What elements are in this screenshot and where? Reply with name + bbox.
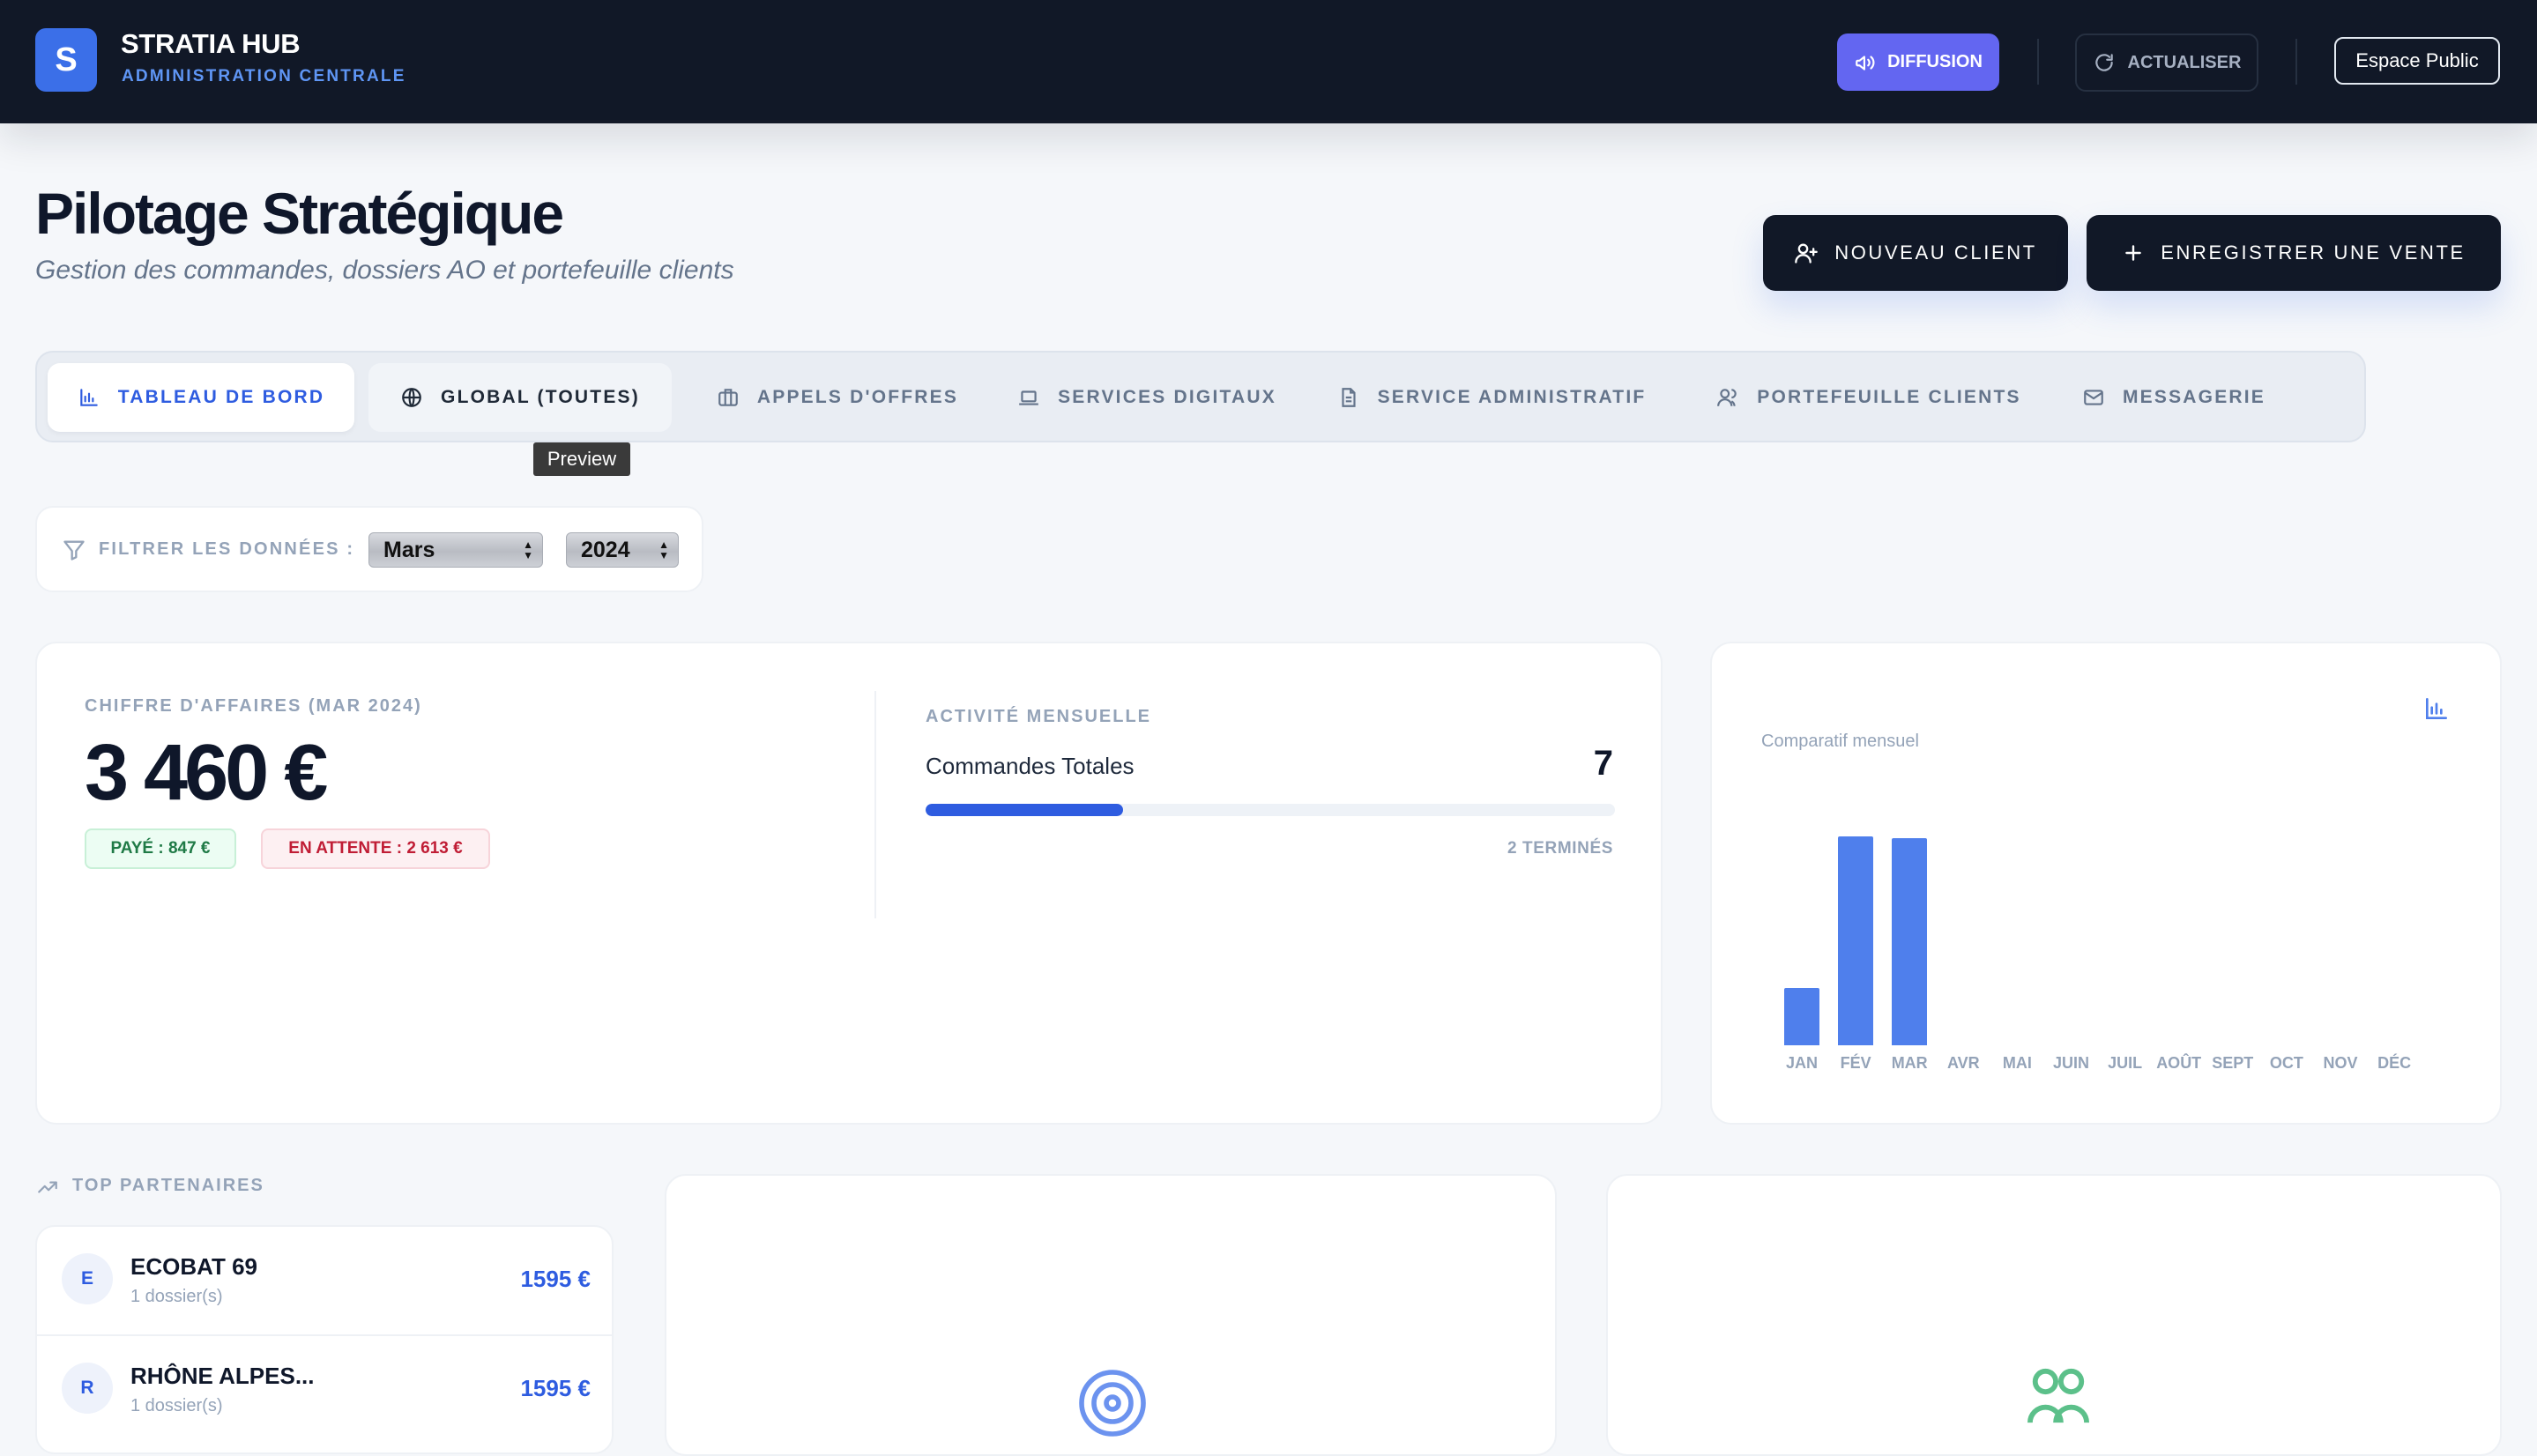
partner-file-count: 1 dossier(s) [130,1287,223,1306]
add-user-icon [1794,241,1819,265]
top-bar: S STRATIA HUB ADMINISTRATION CENTRALE DI… [0,0,2537,123]
tab-global[interactable]: GLOBAL (TOUTES) [368,363,672,432]
x-tick-label: NOV [2323,1054,2358,1072]
document-icon [1337,386,1360,409]
mail-icon [2082,386,2105,409]
tab-label: APPELS D'OFFRES [756,387,959,407]
tab-label: TABLEAU DE BORD [117,387,325,407]
x-tick-label: JUIL [2108,1054,2143,1072]
tab-dashboard[interactable]: TABLEAU DE BORD [48,363,354,432]
x-tick-label: MAR [1891,1054,1928,1072]
chart-bar-1[interactable] [1784,987,1819,1045]
activity-label: ACTIVITÉ MENSUELLE [926,707,1152,726]
bar-chart-icon [78,386,100,409]
partner-name: ECOBAT 69 [130,1253,257,1280]
paid-badge: PAYÉ : 847 € [85,828,236,869]
new-client-button[interactable]: NOUVEAU CLIENT [1763,215,2068,291]
tab-tenders[interactable]: APPELS D'OFFRES [705,363,970,432]
briefcase-icon [717,386,740,409]
plus-icon [2122,241,2145,264]
chart-bar-2[interactable] [1838,836,1874,1045]
megaphone-icon [1854,51,1877,74]
new-sale-label: ENREGISTRER UNE VENTE [2161,241,2466,264]
x-tick-label: SEPT [2212,1054,2254,1072]
tab-label: MESSAGERIE [2122,387,2266,407]
partner-file-count: 1 dossier(s) [130,1396,223,1415]
completed-count: 2 TERMINÉS [1507,839,1613,858]
year-select-value: 2024 [581,537,630,562]
users-icon [1716,386,1739,409]
tab-label: SERVICES DIGITAUX [1058,387,1276,407]
orders-progress-bar [926,804,1615,816]
x-tick-label: AVR [1946,1054,1980,1072]
filter-label: FILTRER LES DONNÉES : [99,539,355,559]
tab-messaging[interactable]: MESSAGERIE [2052,363,2295,432]
target-icon [1075,1366,1149,1440]
list-item[interactable]: E ECOBAT 69 1 dossier(s) 1595 € [37,1227,612,1334]
trending-up-icon [35,1176,60,1199]
divider [2295,39,2297,85]
new-sale-button[interactable]: ENREGISTRER UNE VENTE [2087,215,2501,291]
page-subtitle: Gestion des commandes, dossiers AO et po… [35,256,734,285]
logo[interactable]: S [35,28,97,92]
users-icon [2027,1366,2089,1428]
x-tick-label: AOÛT [2156,1054,2202,1072]
partner-amount: 1595 € [520,1375,591,1401]
public-space-button[interactable]: Espace Public [2334,37,2500,85]
month-select-value: Mars [383,537,435,562]
partner-name: RHÔNE ALPES... [130,1363,315,1389]
monthly-chart-card: Comparatif mensuel JAN FÉV MAR AVR MAI JUIN JU… [1710,642,2502,1125]
tab-label: PORTEFEUILLE CLIENTS [1757,387,2021,407]
tooltip: Preview [533,442,630,476]
tab-label: SERVICE ADMINISTRATIF [1377,387,1647,407]
main-tabs: TABLEAU DE BORD GLOBAL (TOUTES) APPELS D… [35,351,2366,442]
x-tick-label: OCT [2269,1054,2303,1072]
monthly-bar-chart: JAN FÉV MAR AVR MAI JUIN JUIL AOÛT SEPT OCT NOV DÉC [1712,643,2504,1126]
avatar: E [62,1253,113,1304]
orders-value: 7 [1593,744,1613,783]
filter-icon [62,538,86,562]
revenue-value: 3 460 € [85,729,328,817]
laptop-icon [1017,386,1040,409]
refresh-icon [2093,51,2116,74]
tab-label: GLOBAL (TOUTES) [441,387,640,407]
divider [874,691,876,918]
select-arrows-icon: ▲ ▼ [658,539,669,561]
tab-digital-services[interactable]: SERVICES DIGITAUX [1001,363,1292,432]
chart-bar-3[interactable] [1892,838,1928,1045]
orders-label: Commandes Totales [926,753,1135,779]
revenue-label: CHIFFRE D'AFFAIRES (MAR 2024) [85,696,422,716]
brand-subtitle: ADMINISTRATION CENTRALE [122,67,406,85]
diffusion-label: DIFFUSION [1887,52,1983,71]
x-tick-label: JAN [1785,1054,1818,1072]
pending-badge: EN ATTENTE : 2 613 € [261,828,490,869]
refresh-button[interactable]: ACTUALISER [2075,33,2258,92]
divider [2037,39,2039,85]
clients-card [1606,1174,2502,1456]
tab-admin-service[interactable]: SERVICE ADMINISTRATIF [1324,363,1659,432]
x-tick-label: MAI [2002,1054,2032,1072]
x-tick-label: DÉC [2377,1054,2412,1072]
refresh-label: ACTUALISER [2127,52,2242,72]
year-select[interactable]: 2024 ▲ ▼ [566,532,679,568]
brand-title: STRATIA HUB [121,28,301,59]
top-partners-list: E ECOBAT 69 1 dossier(s) 1595 € R RHÔNE … [35,1225,614,1454]
tab-client-portfolio[interactable]: PORTEFEUILLE CLIENTS [1710,363,2027,432]
target-card [665,1174,1557,1456]
select-arrows-icon: ▲ ▼ [523,539,533,561]
list-item[interactable]: R RHÔNE ALPES... 1 dossier(s) 1595 € [37,1334,612,1444]
avatar: R [62,1363,113,1414]
diffusion-button[interactable]: DIFFUSION [1837,33,1999,91]
partner-amount: 1595 € [520,1266,591,1292]
x-tick-label: JUIN [2052,1054,2089,1072]
kpi-card: CHIFFRE D'AFFAIRES (MAR 2024) 3 460 € PA… [35,642,1663,1125]
new-client-label: NOUVEAU CLIENT [1834,241,2037,264]
top-partners-title: TOP PARTENAIRES [72,1176,264,1195]
globe-icon [400,386,423,409]
x-tick-label: FÉV [1840,1054,1871,1072]
page-title: Pilotage Stratégique [35,181,564,246]
month-select[interactable]: Mars ▲ ▼ [368,532,543,568]
filter-bar: FILTRER LES DONNÉES : Mars ▲ ▼ 2024 ▲ ▼ [35,506,703,592]
orders-progress-fill [926,804,1123,816]
